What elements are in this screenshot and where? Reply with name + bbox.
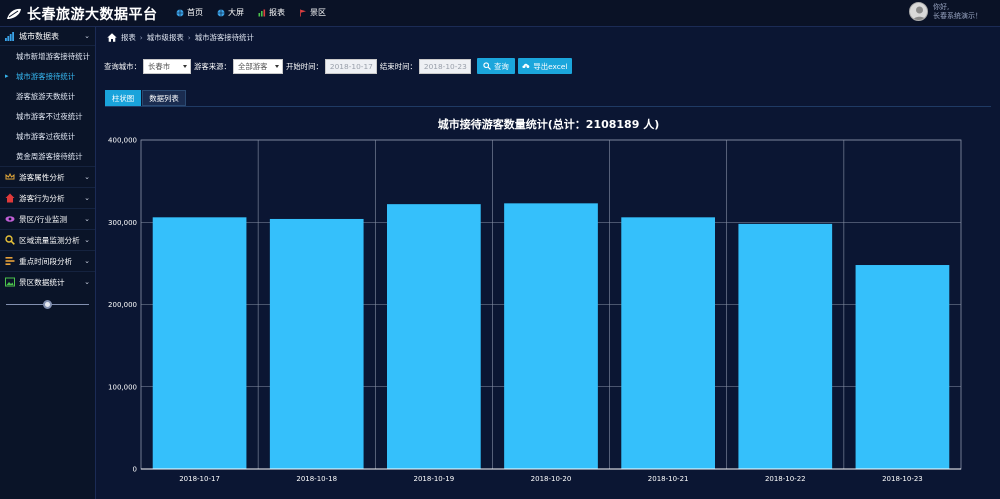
sidebar-item-no-overnight[interactable]: 城市游客不过夜统计 xyxy=(0,106,95,126)
chevron-down-icon: ⌄ xyxy=(84,236,90,244)
sidebar-collapse-slider[interactable] xyxy=(6,298,89,312)
bar xyxy=(738,223,833,469)
nav-label: 大屏 xyxy=(228,8,244,17)
sidebar-group-label: 重点时间段分析 xyxy=(19,256,73,266)
x-tick-label: 2018-10-22 xyxy=(765,475,806,483)
eye-icon xyxy=(5,216,15,222)
list-icon xyxy=(5,257,15,265)
x-tick-label: 2018-10-21 xyxy=(648,475,689,483)
bar xyxy=(387,204,481,469)
nav-label: 首页 xyxy=(187,8,203,17)
y-tick-label: 400,000 xyxy=(108,137,137,145)
sidebar-group-key-periods[interactable]: 重点时间段分析 ⌄ xyxy=(0,250,95,271)
slider-knob[interactable] xyxy=(43,300,52,309)
nav-bigscreen[interactable]: 大屏 xyxy=(217,7,244,18)
bar xyxy=(269,218,364,469)
bar-chart-icon xyxy=(258,9,266,16)
chevron-down-icon: ⌄ xyxy=(84,173,90,181)
bar xyxy=(504,203,598,469)
sidebar-item-new-visitors[interactable]: 城市新增游客接待统计 xyxy=(0,46,95,66)
brand[interactable]: 长春旅游大数据平台 xyxy=(6,4,158,24)
sidebar-group-visitor-behavior[interactable]: 游客行为分析 ⌄ xyxy=(0,187,95,208)
avatar-icon xyxy=(912,6,927,20)
sidebar-group-visitor-attributes[interactable]: 游客属性分析 ⌄ xyxy=(0,166,95,187)
flag-icon xyxy=(300,9,306,16)
nav-home[interactable]: 首页 xyxy=(176,7,203,18)
sidebar-item-golden-week[interactable]: 黄金周游客接待统计 xyxy=(0,146,95,166)
image-icon xyxy=(5,277,15,287)
sidebar-group-label: 景区数据统计 xyxy=(19,277,65,287)
user-greeting: 你好, xyxy=(933,2,950,11)
bar-chart: 0 100,000 200,000 300,000 400,000 2018-10-17 2… xyxy=(108,137,962,483)
y-tick-label: 200,000 xyxy=(108,301,137,309)
user-menu[interactable]: 你好, 长春系统演示！ xyxy=(909,2,982,21)
bar xyxy=(621,217,715,469)
x-tick-label: 2018-10-23 xyxy=(882,475,923,483)
globe-icon xyxy=(217,9,225,16)
sidebar-header-city-data[interactable]: 城市数据表 ⌄ xyxy=(0,27,95,46)
leaf-logo-icon xyxy=(7,8,21,19)
search-icon xyxy=(5,235,15,245)
nav-scenic[interactable]: 景区 xyxy=(299,7,326,18)
sidebar-group-scenic-stats[interactable]: 景区数据统计 ⌄ xyxy=(0,271,95,292)
y-tick-label: 300,000 xyxy=(108,219,137,227)
sidebar-group-regional-flow[interactable]: 区域流量监测分析 ⌄ xyxy=(0,229,95,250)
sidebar-group-label: 游客属性分析 xyxy=(19,172,65,182)
x-tick-label: 2018-10-19 xyxy=(414,475,455,483)
sidebar-group-scenic-monitoring[interactable]: 景区/行业监测 ⌄ xyxy=(0,208,95,229)
sidebar: 城市数据表 ⌄ 城市新增游客接待统计 城市游客接待统计 游客旅游天数统计 城市游… xyxy=(0,27,96,499)
sidebar-header-label: 城市数据表 xyxy=(19,31,59,41)
chevron-down-icon: ⌄ xyxy=(84,278,90,286)
chevron-down-icon: ⌄ xyxy=(84,32,90,40)
sidebar-item-overnight[interactable]: 城市游客过夜统计 xyxy=(0,126,95,146)
user-info: 你好, 长春系统演示！ xyxy=(933,3,982,21)
avatar[interactable] xyxy=(909,2,928,21)
chevron-down-icon: ⌄ xyxy=(84,215,90,223)
app-title: 长春旅游大数据平台 xyxy=(27,7,158,23)
nav-reports[interactable]: 报表 xyxy=(258,7,285,18)
chevron-down-icon: ⌄ xyxy=(84,257,90,265)
top-nav: 首页 大屏 报表 景区 xyxy=(176,7,340,18)
main-content: 报表 › 城市级报表 › 城市游客接待统计 查询城市： 长春市 游客来源： 全部… xyxy=(97,27,1000,499)
x-tick-label: 2018-10-18 xyxy=(296,475,337,483)
globe-icon xyxy=(176,9,184,16)
chevron-down-icon: ⌄ xyxy=(84,194,90,202)
sidebar-group-label: 游客行为分析 xyxy=(19,193,65,203)
top-bar: 长春旅游大数据平台 首页 大屏 报表 景区 你好, 长春系统演示！ xyxy=(0,0,1000,27)
sidebar-item-travel-days[interactable]: 游客旅游天数统计 xyxy=(0,86,95,106)
crown-icon xyxy=(5,172,15,180)
bar xyxy=(855,265,950,469)
x-tick-label: 2018-10-17 xyxy=(179,475,220,483)
nav-label: 报表 xyxy=(269,8,285,17)
y-tick-label: 100,000 xyxy=(108,383,137,391)
bar xyxy=(152,217,247,469)
sidebar-group-label: 区域流量监测分析 xyxy=(19,235,80,245)
home-icon xyxy=(5,193,15,203)
x-tick-label: 2018-10-20 xyxy=(531,475,572,483)
sidebar-group-label: 景区/行业监测 xyxy=(19,214,68,224)
signal-bars-icon xyxy=(5,31,14,41)
nav-label: 景区 xyxy=(310,8,326,17)
y-tick-label: 0 xyxy=(133,466,137,474)
user-name: 长春系统演示！ xyxy=(933,11,982,20)
sidebar-item-visitor-reception[interactable]: 城市游客接待统计 xyxy=(0,66,95,86)
